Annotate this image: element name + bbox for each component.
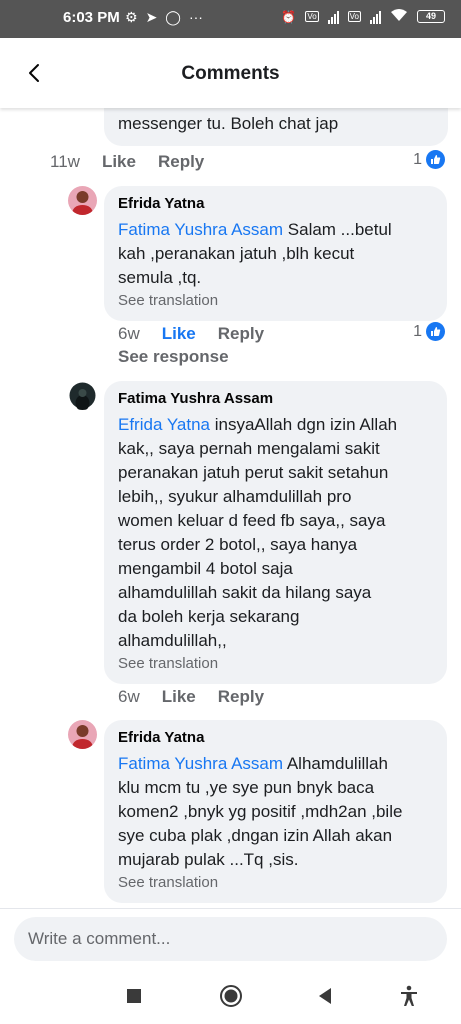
see-translation-link[interactable]: See translation — [118, 873, 433, 893]
battery-icon: 49 — [417, 10, 445, 23]
more-dots-icon: ··· — [188, 9, 203, 25]
status-notification-icons: ⚙ ➤ ◯ ··· — [125, 9, 203, 26]
reaction-count: 1 — [413, 322, 422, 340]
wifi-icon — [390, 8, 408, 25]
comment-composer — [0, 908, 461, 970]
accessibility-icon — [401, 985, 417, 1006]
reply-button[interactable]: Reply — [218, 687, 264, 707]
reaction-count: 1 — [413, 150, 422, 168]
page-title: Comments — [181, 63, 280, 84]
reaction-summary[interactable]: 1 — [413, 322, 445, 341]
status-bar: 6:03 PM ⚙ ➤ ◯ ··· ⏰ Vo Vo 49 — [0, 0, 461, 38]
comment-time[interactable]: 6w — [118, 687, 140, 707]
reply-button[interactable]: Reply — [218, 324, 264, 344]
see-response-link[interactable]: See response — [118, 347, 229, 367]
header: Comments — [0, 38, 461, 108]
volte-icon: Vo — [305, 11, 319, 22]
comment-input[interactable] — [14, 917, 447, 961]
back-triangle-icon — [319, 988, 331, 1004]
see-translation-link[interactable]: See translation — [118, 654, 433, 674]
comment-bubble[interactable]: Efrida Yatna Fatima Yushra Assam Salam .… — [104, 186, 447, 321]
comment-time[interactable]: 6w — [118, 324, 140, 344]
like-button[interactable]: Like — [162, 324, 196, 344]
home-circle-icon — [220, 985, 242, 1007]
like-button[interactable]: Like — [102, 152, 136, 172]
alarm-icon: ⏰ — [281, 9, 297, 24]
like-button[interactable]: Like — [162, 687, 196, 707]
telegram-icon: ➤ — [145, 9, 158, 25]
mention-link[interactable]: Fatima Yushra Assam — [118, 754, 283, 773]
comment-author[interactable]: Efrida Yatna — [118, 195, 433, 213]
home-button[interactable] — [219, 984, 243, 1008]
signal-icon — [327, 10, 339, 24]
status-system-icons: ⏰ Vo Vo 49 — [281, 8, 445, 25]
reply-button[interactable]: Reply — [158, 152, 204, 172]
comment-author[interactable]: Fatima Yushra Assam — [118, 390, 433, 408]
avatar[interactable] — [68, 381, 97, 410]
reaction-summary[interactable]: 1 — [413, 150, 445, 169]
comment-actions: 6w Like Reply — [118, 324, 264, 344]
recents-square-icon — [127, 989, 141, 1003]
comment-bubble[interactable]: Fatima Yushra Assam Efrida Yatna insyaAl… — [104, 381, 447, 684]
see-translation-link[interactable]: See translation — [118, 291, 433, 311]
thumbs-up-icon — [426, 150, 445, 169]
mention-link[interactable]: Efrida Yatna — [118, 415, 210, 434]
comment-actions: 11w Like Reply — [50, 152, 204, 172]
comment-author[interactable]: Efrida Yatna — [118, 729, 433, 747]
comment-text: messenger tu. Boleh chat jap — [118, 114, 339, 133]
mention-link[interactable]: Fatima Yushra Assam — [118, 220, 283, 239]
signal-4g-icon — [370, 10, 381, 24]
gear-icon: ⚙ — [125, 9, 138, 25]
comment-bubble[interactable]: Efrida Yatna Fatima Yushra Assam Alhamdu… — [104, 720, 447, 903]
volte-icon-2: Vo — [347, 11, 361, 22]
thumbs-up-icon — [426, 322, 445, 341]
avatar[interactable] — [68, 186, 97, 215]
status-time: 6:03 PM — [63, 9, 120, 26]
comments-list[interactable]: messenger tu. Boleh chat jap 11w Like Re… — [0, 108, 461, 908]
comment-text: insyaAllah dgn izin Allah kak,, saya per… — [118, 415, 398, 650]
whatsapp-icon: ◯ — [165, 9, 181, 25]
back-nav-button[interactable] — [313, 984, 337, 1008]
comment-time[interactable]: 11w — [50, 152, 80, 172]
recents-button[interactable] — [122, 984, 146, 1008]
avatar[interactable] — [68, 720, 97, 749]
comment-actions: 6w Like Reply — [118, 687, 264, 707]
system-nav-bar — [0, 970, 461, 1024]
accessibility-button[interactable] — [397, 984, 421, 1008]
comment-bubble[interactable]: messenger tu. Boleh chat jap — [104, 108, 448, 146]
